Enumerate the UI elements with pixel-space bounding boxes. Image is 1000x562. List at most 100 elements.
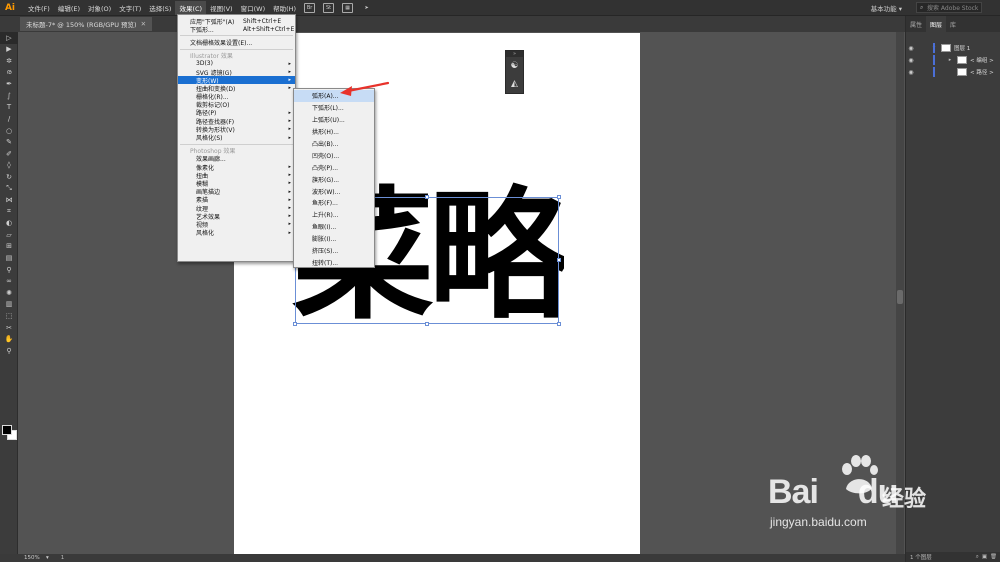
fill-swatch[interactable] — [2, 425, 12, 435]
watermark-url: jingyan.baidu.com — [770, 515, 867, 529]
slice-tool-icon[interactable]: ✂ — [0, 322, 18, 334]
menu-item-fish[interactable]: 鱼形(F)... — [294, 197, 374, 209]
close-icon[interactable]: ✕ — [141, 20, 146, 28]
ellipse-tool-icon[interactable]: ○ — [0, 125, 18, 137]
magic-wand-tool-icon[interactable]: ✲ — [0, 55, 18, 67]
document-tab-title: 未标题-7* @ 150% (RGB/GPU 预览) — [26, 21, 137, 29]
menu-effect[interactable]: 效果(C) — [175, 0, 207, 15]
shape-builder-tool-icon[interactable]: ◐ — [0, 218, 18, 230]
selection-tool-icon[interactable]: ▷ — [0, 32, 18, 44]
layers-panel-footer: 1 个图层 ⌕ ▣ 🗑 — [906, 552, 1000, 562]
new-layer-icon[interactable]: ▣ — [982, 554, 987, 561]
rotate-tool-icon[interactable]: ↻ — [0, 171, 18, 183]
menu-help[interactable]: 帮助(H) — [269, 1, 300, 15]
layer-thumbnail — [941, 44, 951, 52]
width-tool-icon[interactable]: ⋈ — [0, 194, 18, 206]
type-tool-icon[interactable]: T — [0, 102, 18, 114]
menu-item-shell-lower[interactable]: 凹壳(O)... — [294, 149, 374, 161]
stock-search-input[interactable]: 搜索 Adobe Stock — [916, 2, 982, 13]
bbox-handle[interactable] — [557, 195, 561, 199]
chevron-down-icon[interactable]: ▾ — [46, 555, 49, 561]
chevron-right-icon[interactable]: ▸ — [946, 57, 954, 63]
layer-row[interactable]: ◉ ▸ < 编组 > — [906, 54, 1000, 66]
curvature-tool-icon[interactable]: ∫ — [0, 90, 18, 102]
menu-item-fisheye[interactable]: 鱼眼(I)... — [294, 221, 374, 233]
visibility-eye-icon[interactable]: ◉ — [906, 45, 916, 52]
symbol-sprayer-tool-icon[interactable]: ✺ — [0, 287, 18, 299]
free-transform-tool-icon[interactable]: ⌗ — [0, 206, 18, 218]
bbox-handle[interactable] — [425, 322, 429, 326]
bbox-handle[interactable] — [293, 322, 297, 326]
zoom-level[interactable]: 150% — [24, 555, 46, 561]
menu-item-last-effect[interactable]: 下弧形... Alt+Shift+Ctrl+E — [178, 25, 295, 34]
scroll-thumb[interactable] — [897, 290, 903, 304]
menu-item-arc-upper[interactable]: 上弧形(U)... — [294, 114, 374, 126]
menu-item-squeeze[interactable]: 挤压(S)... — [294, 245, 374, 257]
column-graph-tool-icon[interactable]: ▥ — [0, 299, 18, 311]
menu-view[interactable]: 视图(V) — [206, 1, 237, 15]
shaper-tool-icon[interactable]: ✐ — [0, 148, 18, 160]
layer-row[interactable]: ◉ < 路径 > — [906, 66, 1000, 78]
menu-object[interactable]: 对象(O) — [84, 1, 115, 15]
gpu-performance-icon[interactable]: ➤ — [361, 3, 372, 13]
search-icon: ⌕ — [920, 4, 924, 11]
bridge-icon[interactable]: Br — [304, 2, 316, 13]
menu-item-bulge[interactable]: 凸出(B)... — [294, 138, 374, 150]
zoom-tool-icon[interactable]: ⚲ — [0, 345, 18, 357]
direct-selection-tool-icon[interactable]: ▶ — [0, 44, 18, 56]
stock-icon[interactable]: St — [323, 2, 335, 13]
menu-item-arch[interactable]: 拱形(H)... — [294, 126, 374, 138]
scale-tool-icon[interactable]: ⤡ — [0, 183, 18, 195]
layer-color-bar — [933, 67, 935, 77]
arrange-documents-icon[interactable]: ▦ — [342, 2, 354, 13]
layer-color-bar — [933, 55, 935, 65]
tab-libraries[interactable]: 库 — [946, 16, 960, 32]
visibility-eye-icon[interactable]: ◉ — [906, 69, 916, 76]
bbox-handle[interactable] — [425, 195, 429, 199]
menu-item-flag[interactable]: 旗形(G)... — [294, 173, 374, 185]
search-icon[interactable]: ⌕ — [976, 554, 979, 561]
menu-item-twist[interactable]: 扭转(T)... — [294, 256, 374, 268]
baidu-watermark: Bai du 经验 jingyan.baidu.com — [760, 455, 960, 535]
gradient-tool-icon[interactable]: ▤ — [0, 252, 18, 264]
pen-tool-icon[interactable]: ✒ — [0, 78, 18, 90]
menu-edit[interactable]: 编辑(E) — [54, 1, 84, 15]
layer-row[interactable]: ◉ ▾ 图层 1 — [906, 42, 1000, 54]
bbox-handle[interactable] — [557, 258, 561, 262]
mesh-tool-icon[interactable]: ⊞ — [0, 241, 18, 253]
line-tool-icon[interactable]: / — [0, 113, 18, 125]
eyedropper-tool-icon[interactable]: ⚲ — [0, 264, 18, 276]
menu-item-stylize[interactable]: 风格化(S) — [178, 133, 295, 142]
document-tab[interactable]: 未标题-7* @ 150% (RGB/GPU 预览) ✕ — [20, 17, 154, 31]
menu-item-rise[interactable]: 上升(R)... — [294, 209, 374, 221]
menu-item-wave[interactable]: 波形(W)... — [294, 185, 374, 197]
graphic-styles-icon[interactable]: ◭ — [506, 75, 523, 93]
menu-file[interactable]: 文件(F) — [24, 1, 54, 15]
artboard-number[interactable]: 1 — [61, 555, 65, 561]
delete-icon[interactable]: 🗑 — [990, 554, 997, 561]
hand-tool-icon[interactable]: ✋ — [0, 333, 18, 345]
menu-item-arc-lower[interactable]: 下弧形(L)... — [294, 102, 374, 114]
menu-item-inflate[interactable]: 膨胀(I)... — [294, 233, 374, 245]
paintbrush-tool-icon[interactable]: ✎ — [0, 136, 18, 148]
visibility-eye-icon[interactable]: ◉ — [906, 57, 916, 64]
menu-type[interactable]: 文字(T) — [115, 1, 145, 15]
workspace-switcher[interactable]: 基本功能 ▾ — [871, 2, 902, 14]
eraser-tool-icon[interactable]: ◊ — [0, 160, 18, 172]
menu-select[interactable]: 选择(S) — [145, 1, 175, 15]
menu-item-ps-stylize[interactable]: 风格化 — [178, 229, 295, 237]
tab-layers[interactable]: 图层 — [926, 16, 947, 32]
menu-window[interactable]: 窗口(W) — [237, 1, 270, 15]
blend-tool-icon[interactable]: ∞ — [0, 275, 18, 287]
menu-item-shell-upper[interactable]: 凸壳(P)... — [294, 161, 374, 173]
tab-properties[interactable]: 属性 — [906, 16, 926, 32]
layer-thumbnail — [957, 68, 967, 76]
artboard-tool-icon[interactable]: ⬚ — [0, 310, 18, 322]
perspective-grid-tool-icon[interactable]: ▱ — [0, 229, 18, 241]
fill-stroke-swatches[interactable] — [1, 424, 17, 444]
appearance-icon[interactable]: ☯ — [506, 57, 523, 75]
floating-panel[interactable]: » ☯ ◭ — [505, 50, 524, 94]
menu-item-raster-settings[interactable]: 文档栅格效果设置(E)... — [178, 38, 295, 47]
lasso-tool-icon[interactable]: ര — [0, 67, 18, 79]
bbox-handle[interactable] — [557, 322, 561, 326]
